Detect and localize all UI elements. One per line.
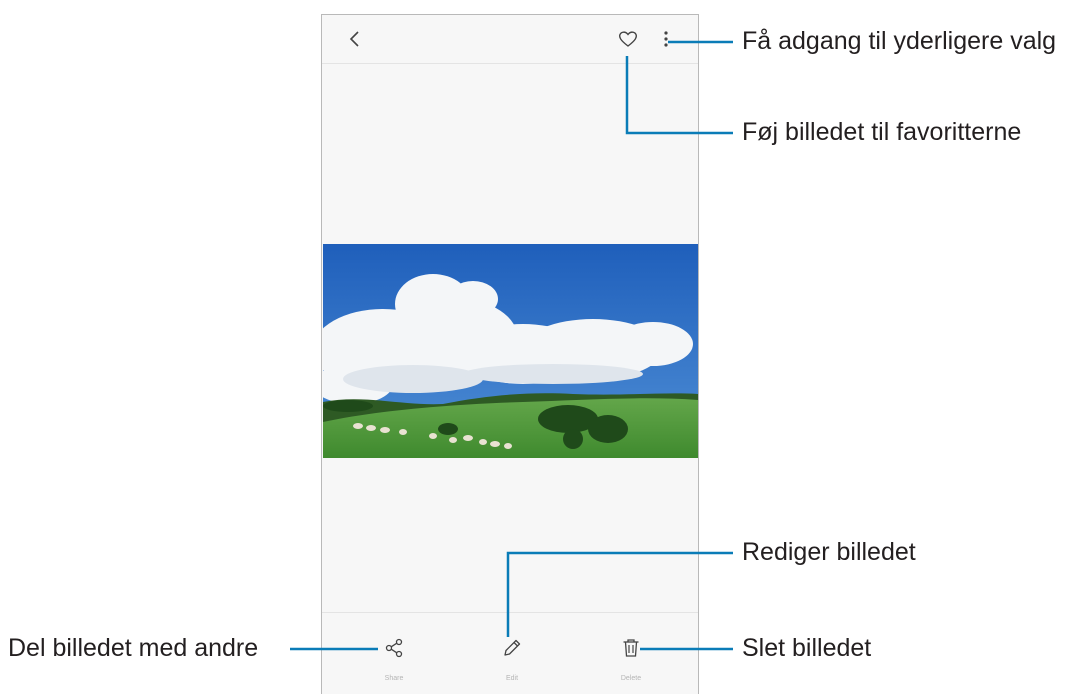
callout-leader-lines	[290, 40, 733, 651]
callout-delete-picture: Slet billedet	[742, 634, 872, 662]
callout-share-picture: Del billedet med andre	[8, 634, 259, 662]
callout-more-options: Få adgang til yderligere valg	[742, 27, 1057, 55]
callout-edit-picture: Rediger billedet	[742, 538, 916, 566]
callout-add-favorite: Føj billedet til favoritterne	[742, 118, 1022, 146]
